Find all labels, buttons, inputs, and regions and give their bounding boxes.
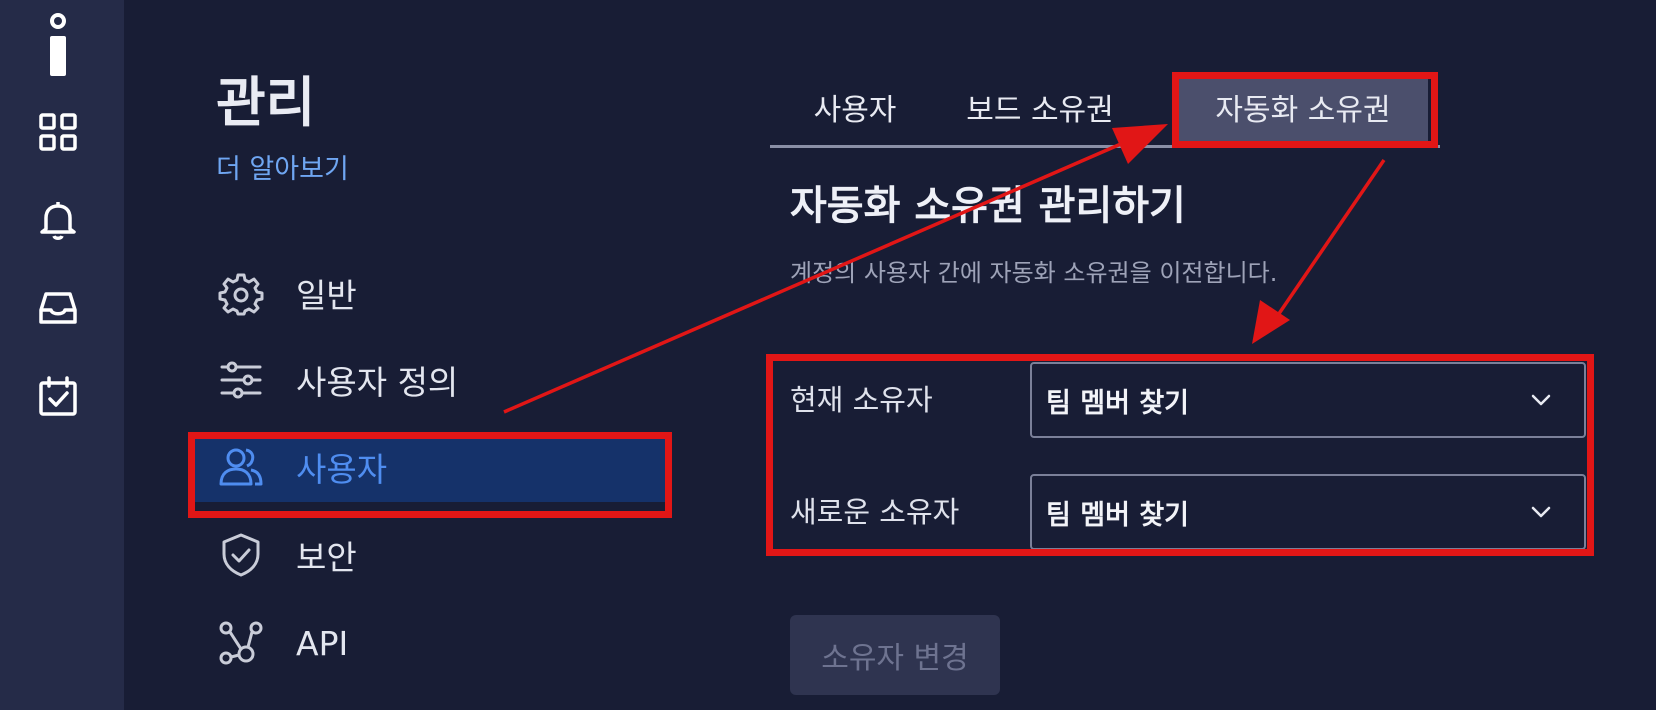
tab-board-ownership[interactable]: 보드 소유권: [940, 72, 1140, 142]
section-description: 계정의 사용자 간에 자동화 소유권을 이전합니다.: [790, 259, 1278, 287]
calendar-check-icon[interactable]: [36, 374, 80, 418]
arrow-to-fields-head: [1252, 300, 1290, 344]
nav-item-label: 사용자: [296, 450, 388, 489]
nav-item-users[interactable]: 사용자: [190, 432, 666, 502]
gear-icon: [218, 270, 264, 316]
grid-icon[interactable]: [36, 110, 80, 154]
tab-automation-ownership[interactable]: 자동화 소유권: [1178, 72, 1428, 142]
nav-item-label: 보안: [296, 538, 357, 577]
tab-underline: [770, 145, 1440, 148]
nav-item-security[interactable]: 보안: [206, 520, 666, 590]
change-owner-button[interactable]: 소유자 변경: [790, 615, 1000, 695]
nav-item-label: 사용자 정의: [296, 363, 459, 402]
chevron-down-icon: [1528, 387, 1554, 413]
nav-item-customization[interactable]: 사용자 정의: [206, 345, 666, 415]
arrow-to-fields: [1274, 159, 1386, 319]
nav-item-label: 일반: [296, 276, 357, 315]
nav-item-general[interactable]: 일반: [206, 258, 666, 328]
info-logo-icon[interactable]: [44, 12, 72, 78]
bell-icon[interactable]: [36, 198, 80, 242]
chevron-down-icon: [1528, 499, 1554, 525]
section-title: 자동화 소유권 관리하기: [790, 183, 1186, 229]
new-owner-select[interactable]: 팀 멤버 찾기: [1030, 474, 1586, 550]
shield-check-icon: [218, 532, 264, 578]
nav-item-api[interactable]: API: [206, 608, 666, 678]
nav-item-label: API: [296, 623, 349, 663]
new-owner-value: 팀 멤버 찾기: [1046, 499, 1189, 531]
current-owner-select[interactable]: 팀 멤버 찾기: [1030, 362, 1586, 438]
sliders-icon: [218, 357, 264, 403]
tab-bar: 사용자 보드 소유권 자동화 소유권: [770, 72, 1440, 148]
users-icon: [218, 444, 264, 490]
page-title: 관리: [216, 71, 316, 134]
learn-more-link[interactable]: 더 알아보기: [216, 152, 349, 188]
tab-users[interactable]: 사용자: [770, 72, 940, 142]
api-nodes-icon: [218, 620, 264, 666]
inbox-icon[interactable]: [36, 286, 80, 330]
current-owner-value: 팀 멤버 찾기: [1046, 387, 1189, 419]
new-owner-label: 새로운 소유자: [790, 495, 960, 529]
current-owner-label: 현재 소유자: [790, 383, 933, 417]
icon-rail: [0, 0, 124, 710]
